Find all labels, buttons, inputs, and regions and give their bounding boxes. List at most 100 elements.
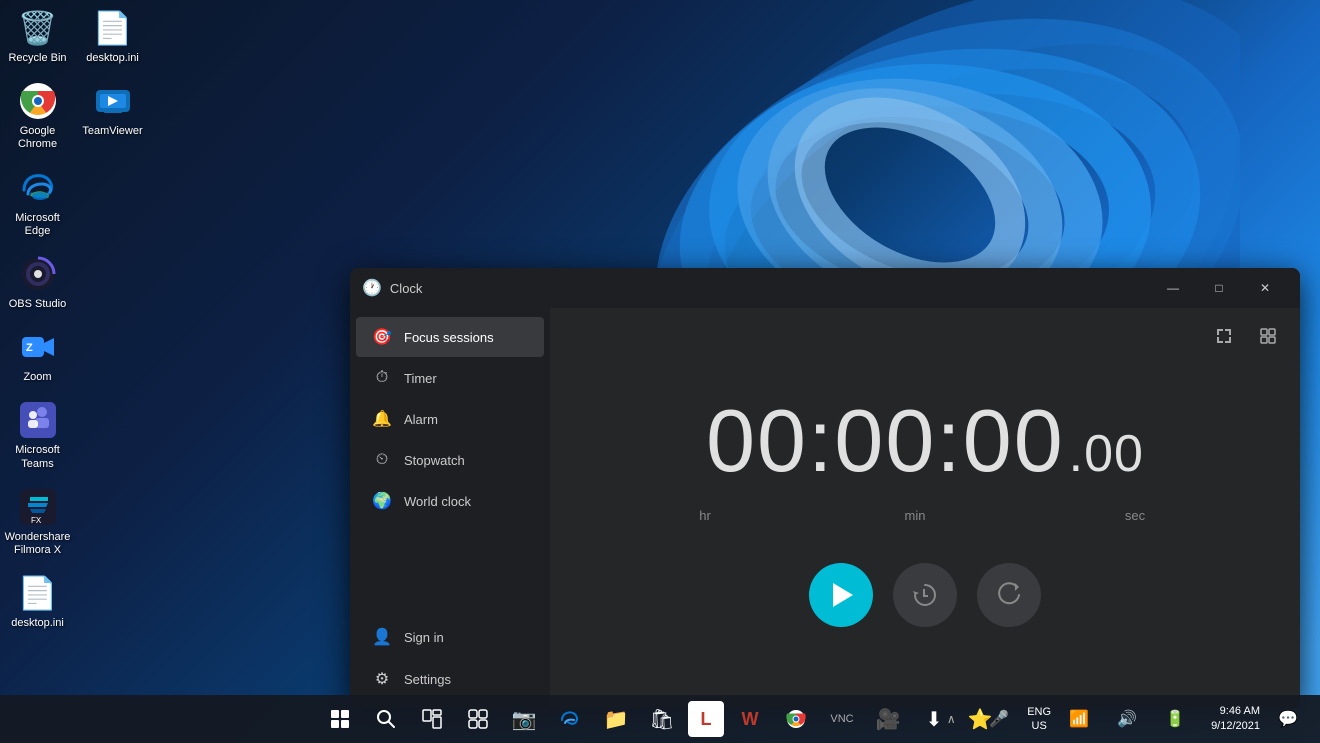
stopwatch-display: 00:00:00 .00 [706, 390, 1144, 492]
desktop-ini-top-image: 📄 [93, 8, 133, 48]
desktop-ini-bottom-icon[interactable]: 📄 desktop.ini [0, 565, 75, 638]
widgets-button[interactable] [458, 699, 498, 739]
hr-label: hr [605, 508, 805, 523]
stopwatch-controls [809, 563, 1041, 627]
teamviewer-icon[interactable]: TeamViewer [75, 73, 150, 159]
nav-alarm[interactable]: 🔔 Alarm [356, 399, 544, 439]
desktop-ini-top-icon[interactable]: 📄 desktop.ini [75, 0, 150, 73]
desktop: 🗑️ Recycle Bin 📄 desktop.ini [0, 0, 1320, 743]
microsoft-edge-icon[interactable]: Microsoft Edge [0, 160, 75, 246]
clock-display[interactable]: 9:46 AM 9/12/2021 [1211, 704, 1260, 735]
obs-studio-icon[interactable]: OBS Studio [0, 246, 75, 319]
chrome-label: Google Chrome [4, 125, 71, 151]
obs-label: OBS Studio [9, 298, 66, 311]
desktop-ini-bottom-label: desktop.ini [11, 617, 64, 630]
lap-button[interactable] [893, 563, 957, 627]
clock-date: 9/12/2021 [1211, 719, 1260, 734]
obs-image [18, 254, 58, 294]
w-app-taskbar[interactable]: W [730, 699, 770, 739]
star-taskbar[interactable]: ⭐ [960, 699, 1000, 739]
timer-icon: ⏱ [372, 369, 392, 387]
sec-label: sec [1025, 508, 1245, 523]
teams-image [18, 400, 58, 440]
clock-window: 🕐 Clock — □ ✕ 🎯 [350, 268, 1300, 708]
nav-world-clock[interactable]: 🌍 World clock [356, 481, 544, 521]
min-label: min [805, 508, 1025, 523]
maximize-button[interactable]: □ [1196, 272, 1242, 304]
google-chrome-icon[interactable]: Google Chrome [0, 73, 75, 159]
focus-icon: 🎯 [372, 327, 392, 347]
teamviewer-image [93, 81, 133, 121]
taskbar: 📷 📁 🛍 L W [0, 695, 1320, 743]
world-label: World clock [404, 494, 471, 509]
filmora-label: Wondershare Filmora X [4, 531, 71, 557]
recycle-bin-label: Recycle Bin [8, 52, 66, 65]
alarm-label: Alarm [404, 412, 438, 427]
chrome-image [18, 81, 58, 121]
network-button[interactable]: 📶 [1059, 699, 1099, 739]
task-view-button[interactable] [412, 699, 452, 739]
lap-icon [911, 581, 939, 609]
minimize-button[interactable]: — [1150, 272, 1196, 304]
close-button[interactable]: ✕ [1242, 272, 1288, 304]
nav-focus-sessions[interactable]: 🎯 Focus sessions [356, 317, 544, 357]
desktop-ini-bottom-image: 📄 [18, 573, 58, 613]
chrome-taskbar[interactable] [776, 699, 816, 739]
play-button[interactable] [809, 563, 873, 627]
play-icon [833, 583, 853, 607]
teamviewer-label: TeamViewer [82, 125, 142, 138]
focus-label: Focus sessions [404, 330, 494, 345]
file-explorer-taskbar[interactable]: 📁 [596, 699, 636, 739]
reset-icon [995, 581, 1023, 609]
reset-button[interactable] [977, 563, 1041, 627]
store-taskbar[interactable]: 🛍 [642, 699, 682, 739]
nav-stopwatch[interactable]: ⏲ Stopwatch [356, 441, 544, 479]
nav-sign-in[interactable]: 👤 Sign in [356, 617, 544, 657]
taskbar-center: 📷 📁 🛍 L W [320, 699, 1000, 739]
edge-image [18, 168, 58, 208]
l-app-taskbar[interactable]: L [688, 701, 724, 737]
expand-icon-button[interactable] [1208, 320, 1240, 352]
zoom-icon[interactable]: Z Zoom [0, 319, 75, 392]
nav-timer[interactable]: ⏱ Timer [356, 359, 544, 397]
clock-time: 9:46 AM [1211, 704, 1260, 719]
start-button[interactable] [320, 699, 360, 739]
filmora-icon[interactable]: FX Wondershare Filmora X [0, 479, 75, 565]
camera-taskbar[interactable]: 📷 [504, 699, 544, 739]
edge-taskbar[interactable] [550, 699, 590, 739]
zoom-label: Zoom [23, 371, 51, 384]
desktop-icons: 🗑️ Recycle Bin 📄 desktop.ini [0, 0, 150, 638]
clock-nav: 🎯 Focus sessions ⏱ Timer 🔔 Alarm [350, 308, 550, 708]
stopwatch-labels: hr min sec [605, 508, 1245, 523]
volume-button[interactable]: 🔊 [1107, 699, 1147, 739]
nav-settings[interactable]: ⚙ Settings [356, 659, 544, 699]
camera2-taskbar[interactable]: 🎥 [868, 699, 908, 739]
recycle-bin-image: 🗑️ [18, 8, 58, 48]
recycle-bin-icon[interactable]: 🗑️ Recycle Bin [0, 0, 75, 73]
search-button[interactable] [366, 699, 406, 739]
timer-label: Timer [404, 371, 437, 386]
settings-label: Settings [404, 672, 451, 687]
svg-text:FX: FX [31, 516, 42, 525]
teams-icon[interactable]: Microsoft Teams [0, 392, 75, 478]
filmora-image: FX [18, 487, 58, 527]
window-titlebar: 🕐 Clock — □ ✕ [350, 268, 1300, 308]
signin-label: Sign in [404, 630, 444, 645]
stopwatch-hours: 00:00:00 [706, 390, 1065, 492]
signin-icon: 👤 [372, 627, 392, 647]
settings-icon: ⚙ [372, 669, 392, 689]
vnc-taskbar[interactable]: VNC [822, 699, 862, 739]
desktop-ini-top-label: desktop.ini [86, 52, 139, 65]
battery-indicator[interactable]: 🔋 [1155, 699, 1195, 739]
download-taskbar[interactable]: ⬇ [914, 699, 954, 739]
edge-label: Microsoft Edge [4, 212, 71, 238]
alarm-icon: 🔔 [372, 409, 392, 429]
compact-icon-button[interactable] [1252, 320, 1284, 352]
notification-button[interactable]: 💬 [1268, 699, 1308, 739]
language-indicator[interactable]: ENGUS [1027, 705, 1051, 734]
svg-text:Z: Z [26, 342, 33, 354]
window-body: 🎯 Focus sessions ⏱ Timer 🔔 Alarm [350, 308, 1300, 708]
zoom-image: Z [18, 327, 58, 367]
stopwatch-ms: .00 [1069, 424, 1144, 484]
stopwatch-icon: ⏲ [372, 451, 392, 469]
